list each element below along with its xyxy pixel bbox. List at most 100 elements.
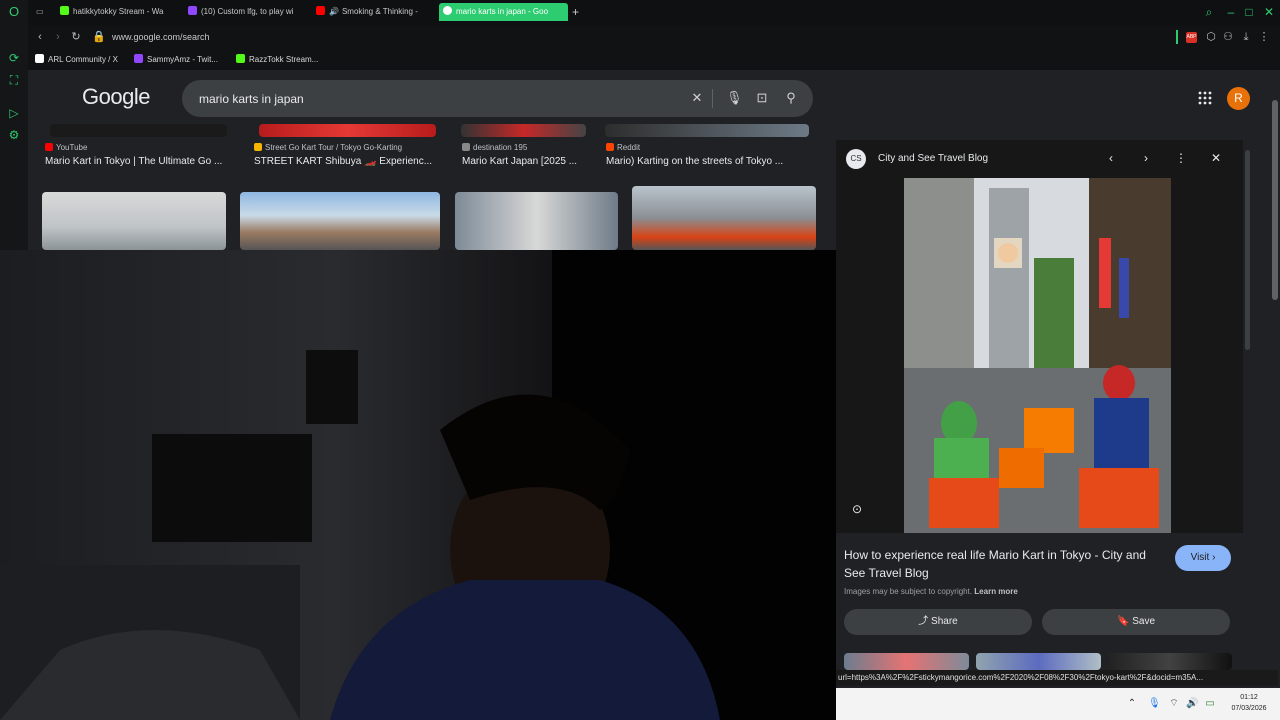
related-image-thumbnail[interactable] [1107, 653, 1232, 670]
site-icon [254, 143, 262, 151]
visit-button[interactable]: Visit › [1175, 545, 1231, 571]
avatar[interactable]: R [1227, 87, 1250, 110]
share-label: Share [931, 616, 958, 627]
result-thumbnail[interactable] [455, 192, 618, 250]
source-label: Street Go Kart Tour / Tokyo Go-Karting [265, 143, 403, 152]
related-image-thumbnail[interactable] [844, 653, 969, 670]
search-icon[interactable]: ⚲ [784, 91, 798, 105]
result-thumbnail[interactable] [605, 124, 809, 137]
wifi-icon[interactable]: ⌔ [1168, 698, 1180, 710]
bookmark-label: RazzTokk Stream... [249, 55, 319, 64]
result-thumbnail[interactable] [259, 124, 436, 137]
url-field[interactable]: www.google.com/search [112, 25, 210, 50]
result-thumbnail[interactable] [240, 192, 440, 250]
tab-2[interactable]: (10) Custom lfg, to play wi [184, 3, 306, 21]
chevron-up-icon[interactable]: ⌃ [1126, 698, 1138, 710]
opera-logo-icon[interactable]: O [7, 5, 21, 19]
bookmark-icon: 🔖 [1116, 616, 1130, 627]
save-label: Save [1132, 616, 1156, 627]
panel-scrollbar-thumb[interactable] [1245, 150, 1250, 350]
kick-icon [236, 54, 245, 63]
learn-more-link[interactable]: Learn more [974, 587, 1018, 596]
divider [1176, 30, 1178, 44]
apps-grid-icon[interactable] [1198, 91, 1212, 105]
result-source: destination 195 [462, 143, 527, 152]
menu-icon[interactable]: ⋮ [1258, 31, 1270, 43]
close-window-button[interactable]: ✕ [1262, 5, 1276, 19]
result-thumbnail[interactable] [50, 124, 227, 137]
minimize-button[interactable]: – [1224, 5, 1238, 19]
previous-icon[interactable]: ‹ [1105, 152, 1117, 164]
tab-4-active[interactable]: mario karts in japan - Goo [439, 3, 568, 21]
divider [712, 89, 713, 108]
bookmark-item[interactable]: ARL Community / X [35, 50, 118, 70]
tab-3[interactable]: 🔊 Smoking & Thinking - [312, 3, 434, 21]
clock-time: 01:12 [1240, 694, 1258, 701]
result-title[interactable]: STREET KART Shibuya 🏎️ Experienc... [254, 156, 439, 167]
image-title[interactable]: How to experience real life Mario Kart i… [844, 546, 1162, 582]
taskbar-clock[interactable]: 01:12 07/03/2026 [1225, 692, 1273, 714]
result-source: Street Go Kart Tour / Tokyo Go-Karting [254, 143, 402, 152]
bookmark-item[interactable]: RazzTokk Stream... [236, 50, 318, 70]
workspaces-icon[interactable]: ⛶ [7, 73, 21, 87]
adblock-icon[interactable]: ABP [1186, 32, 1197, 43]
source-label: YouTube [56, 143, 88, 152]
result-title[interactable]: Mario Kart in Tokyo | The Ultimate Go ..… [45, 156, 225, 167]
profile-icon[interactable]: ⚇ [1222, 31, 1234, 43]
visit-label: Visit [1190, 552, 1210, 563]
extensions-icon[interactable]: ⬡ [1205, 31, 1217, 43]
search-input[interactable] [197, 89, 681, 109]
panel-site-name[interactable]: City and See Travel Blog [878, 153, 988, 164]
lens-search-icon[interactable]: ⊙ [850, 502, 864, 516]
clock-date: 07/03/2026 [1231, 705, 1267, 712]
related-image-thumbnail[interactable] [976, 653, 1101, 670]
result-title[interactable]: Mario Kart Japan [2025 ... [462, 156, 584, 167]
microphone-icon[interactable]: 🎙 [1148, 698, 1161, 710]
webcam-overlay [0, 250, 836, 720]
lens-icon[interactable]: ⊡ [755, 91, 769, 105]
more-options-icon[interactable]: ⋮ [1175, 152, 1187, 164]
result-source: YouTube [45, 143, 87, 152]
share-button[interactable]: ⤴ Share [844, 609, 1032, 635]
address-bar: ‹ › ↻ 🔒 www.google.com/search ABP ⬡ ⚇ ⤓ … [28, 25, 1280, 50]
mic-icon[interactable]: 🎙 [726, 91, 743, 105]
new-tab-button[interactable]: + [568, 3, 584, 21]
next-icon[interactable]: › [1140, 152, 1152, 164]
bookmark-label: ARL Community / X [48, 55, 118, 64]
save-button[interactable]: 🔖 Save [1042, 609, 1230, 635]
search-box[interactable]: ✕ 🎙 ⊡ ⚲ [182, 80, 813, 117]
speaker-icon: 🔊 [329, 7, 339, 16]
site-icon [462, 143, 470, 151]
source-label: destination 195 [473, 143, 528, 152]
google-icon [443, 6, 452, 15]
bookmarks-bar: ARL Community / X SammyAmz - Twit... Raz… [28, 50, 1280, 70]
search-tabs-icon[interactable]: ⌕ [1202, 5, 1216, 19]
aria-icon[interactable]: ⟳ [7, 51, 21, 65]
tab-overview-icon[interactable]: ▭ [32, 3, 50, 21]
result-thumbnail[interactable] [461, 124, 586, 137]
battery-icon[interactable]: ▭ [1204, 698, 1216, 710]
twitch-icon [188, 6, 197, 15]
share-icon: ⤴ [918, 616, 929, 627]
preview-image[interactable] [904, 178, 1171, 533]
reload-icon[interactable]: ↻ [70, 31, 82, 43]
maximize-button[interactable]: □ [1242, 5, 1256, 19]
bookmark-item[interactable]: SammyAmz - Twit... [134, 50, 218, 70]
result-title[interactable]: Mario) Karting on the streets of Tokyo .… [606, 156, 786, 167]
clear-icon[interactable]: ✕ [690, 91, 704, 105]
taskbar: ⌃ 🎙 ⌔ 🔊 ▭ [836, 688, 1280, 720]
player-icon[interactable]: ▷ [7, 106, 21, 120]
tab-label: Smoking & Thinking - [341, 7, 418, 16]
tab-1[interactable]: hatikkytokky Stream - Wa [56, 3, 178, 21]
close-icon[interactable]: ✕ [1210, 152, 1222, 164]
result-thumbnail[interactable] [42, 192, 226, 250]
back-icon[interactable]: ‹ [34, 31, 46, 43]
forward-icon[interactable]: › [52, 31, 64, 43]
download-icon[interactable]: ⤓ [1240, 31, 1252, 43]
settings-icon[interactable]: ⚙ [7, 128, 21, 142]
google-logo[interactable]: Google [82, 84, 150, 110]
scrollbar-thumb[interactable] [1272, 100, 1278, 300]
lock-icon: 🔒 [92, 31, 106, 43]
volume-icon[interactable]: 🔊 [1186, 698, 1198, 710]
result-thumbnail[interactable] [632, 186, 816, 250]
